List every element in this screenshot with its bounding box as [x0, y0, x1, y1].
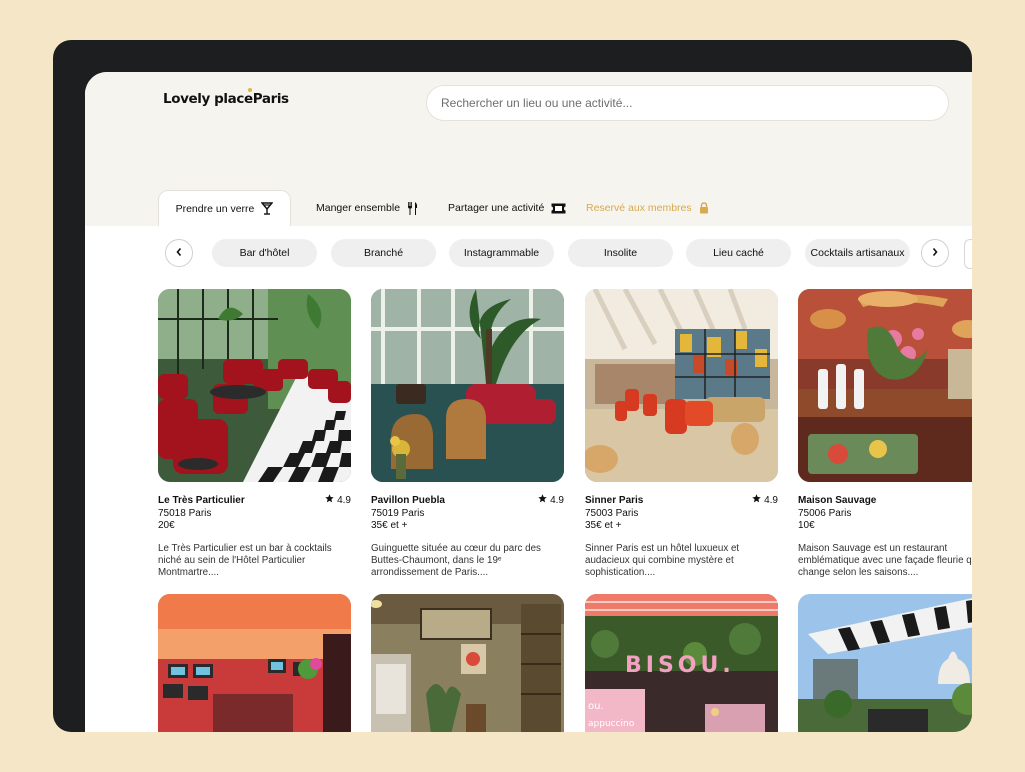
photo-pavillon-puebla[interactable]	[371, 289, 564, 482]
place-name: Sinner Paris	[585, 495, 644, 506]
photo-le-tres-particulier[interactable]	[158, 289, 351, 482]
tab-manger-ensemble[interactable]: Manger ensemble	[316, 190, 418, 226]
place-card[interactable]: Sinner Paris 4.9 75003 Paris 35€ et + Si…	[585, 289, 778, 578]
tab-label: Prendre un verre	[175, 202, 255, 215]
star-icon	[325, 494, 334, 506]
filter-chip[interactable]: Instagrammable	[449, 239, 554, 267]
place-name: Maison Sauvage	[798, 495, 877, 506]
place-card[interactable]	[158, 594, 351, 732]
place-name: Pavillon Puebla	[371, 495, 445, 506]
filter-chip[interactable]: Branché	[331, 239, 436, 267]
place-location: 75006 Paris	[798, 508, 852, 519]
place-location: 75019 Paris	[371, 508, 425, 519]
tab-label: Reservé aux membres	[586, 202, 692, 214]
filter-chip[interactable]: Insolite	[568, 239, 673, 267]
star-icon	[538, 494, 547, 506]
photo-colorful-bar[interactable]	[158, 594, 351, 732]
tab-reserve-aux-membres[interactable]: Reservé aux membres	[586, 190, 709, 226]
place-card[interactable]: BISOU. ou. appuccino	[585, 594, 778, 732]
rating-value: 4.9	[337, 494, 351, 506]
place-rating: 4.9	[752, 494, 778, 506]
place-rating: 4.9	[538, 494, 564, 506]
filter-chip[interactable]: Lieu caché	[686, 239, 791, 267]
cocktail-icon	[261, 202, 274, 215]
logo[interactable]: Lovely placeParis	[163, 88, 289, 107]
filter-chip[interactable]: Cocktails artisanaux	[805, 239, 910, 267]
place-name: Le Très Particulier	[158, 495, 245, 506]
rating-value: 4.9	[764, 494, 778, 506]
place-description: Maison Sauvage est un restaurant embléma…	[798, 543, 972, 578]
place-description: Le Très Particulier est un bar à cocktai…	[158, 543, 332, 578]
chevron-left-icon	[175, 244, 183, 262]
place-card[interactable]	[371, 594, 564, 732]
tab-partager-une-activite[interactable]: Partager une activité	[448, 190, 566, 226]
bisou-sign: BISOU.	[625, 653, 735, 678]
place-price: 10€	[798, 520, 815, 531]
device-frame: Lovely placeParis Prendre un verre Mange…	[53, 40, 972, 732]
chevron-right-icon	[931, 244, 939, 262]
logo-brand: Lovely place	[163, 91, 253, 107]
tab-label: Partager une activité	[448, 202, 545, 214]
header: Lovely placeParis Prendre un verre Mange…	[85, 72, 972, 226]
lock-icon	[699, 202, 709, 214]
place-card[interactable]: Pavillon Puebla 4.9 75019 Paris 35€ et +…	[371, 289, 564, 578]
photo-rooftop-terrace[interactable]	[798, 594, 972, 732]
photo-bisou-facade[interactable]: BISOU. ou. appuccino	[585, 594, 778, 732]
filter-chip[interactable]: Bar d'hôtel	[212, 239, 317, 267]
tab-prendre-un-verre[interactable]: Prendre un verre	[158, 190, 291, 226]
chips-prev-button[interactable]	[165, 239, 193, 267]
app-screen: Lovely placeParis Prendre un verre Mange…	[85, 72, 972, 732]
place-location: 75003 Paris	[585, 508, 639, 519]
place-description: Guinguette située au cœur du parc des Bu…	[371, 543, 541, 578]
logo-dot	[248, 88, 252, 92]
place-price: 35€ et +	[585, 520, 622, 531]
ticket-icon	[551, 203, 566, 214]
place-description: Sinner Paris est un hôtel luxueux et aud…	[585, 543, 740, 578]
photo-maison-sauvage[interactable]	[798, 289, 972, 482]
chips-next-button[interactable]	[921, 239, 949, 267]
place-card[interactable]: Le Très Particulier 4.9 75018 Paris 20€ …	[158, 289, 351, 578]
svg-text:ou.: ou.	[588, 701, 604, 712]
filter-chips: Bar d'hôtel Branché Instagrammable Insol…	[85, 239, 972, 269]
logo-city: Paris	[252, 91, 289, 107]
place-card[interactable]	[798, 594, 972, 732]
place-price: 20€	[158, 520, 175, 531]
place-location: 75018 Paris	[158, 508, 212, 519]
svg-text:appuccino: appuccino	[588, 719, 635, 729]
cutlery-icon	[407, 201, 418, 215]
search-input[interactable]	[426, 85, 949, 121]
photo-cafe-interior[interactable]	[371, 594, 564, 732]
star-icon	[752, 494, 761, 506]
rating-value: 4.9	[550, 494, 564, 506]
photo-sinner-paris[interactable]	[585, 289, 778, 482]
place-price: 35€ et +	[371, 520, 408, 531]
place-rating: 4.9	[325, 494, 351, 506]
filter-panel-edge[interactable]	[964, 239, 972, 269]
place-card[interactable]: Maison Sauvage 75006 Paris 10€ Maison Sa…	[798, 289, 972, 578]
tab-label: Manger ensemble	[316, 202, 401, 214]
